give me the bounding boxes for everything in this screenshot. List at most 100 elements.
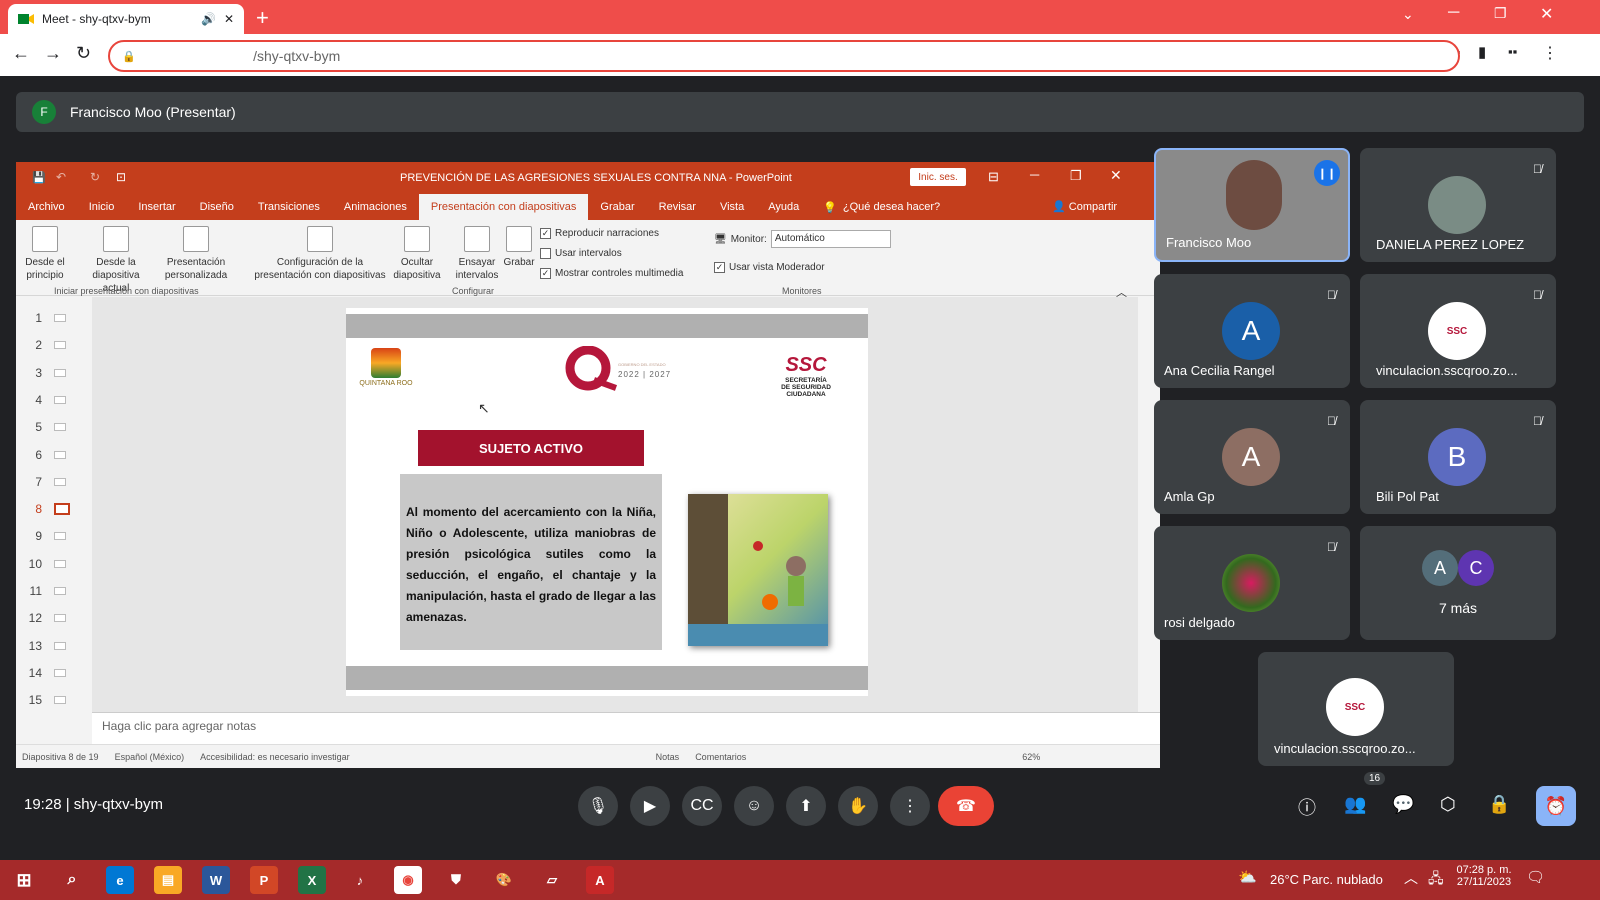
tile-daniela-perez-lopez[interactable]: 🎙̸ DANIELA PEREZ LOPEZ — [1360, 148, 1556, 262]
tile-rosi-delgado[interactable]: 🎙̸ rosi delgado — [1154, 526, 1350, 640]
tell-me-search[interactable]: 💡 ¿Qué desea hacer? — [811, 194, 952, 220]
monitor-select[interactable]: Automático — [770, 230, 891, 248]
chk-media[interactable]: ✓ Mostrar controles multimedia — [540, 268, 683, 279]
notes-app-icon[interactable]: ▱ — [538, 866, 566, 894]
slide-thumbnail[interactable]: 2 — [20, 338, 80, 352]
notifications-icon[interactable]: 🗨 — [1526, 868, 1545, 886]
tab-ayuda[interactable]: Ayuda — [756, 194, 811, 220]
tile-vinculacion-2[interactable]: SSC vinculacion.sscqroo.zo... — [1258, 652, 1454, 766]
url-bar[interactable]: 🔒 meet.google.com/shy-qtxv-bym ⇪ ☆ — [108, 40, 1460, 72]
zoom-level[interactable]: 62% — [1022, 752, 1040, 762]
notes-pane[interactable]: Haga clic para agregar notas — [92, 712, 1160, 744]
tab-grabar[interactable]: Grabar — [588, 194, 646, 220]
slide-thumbnail[interactable]: 9 — [20, 529, 80, 543]
hide-slide-button[interactable]: Ocultar diapositiva — [392, 226, 442, 282]
network-icon[interactable]: 🖧 — [1428, 868, 1444, 892]
host-controls-icon[interactable]: 🔒 — [1488, 794, 1510, 815]
leave-call-button[interactable]: ☎ — [938, 786, 994, 826]
clock[interactable]: 07:28 p. m. 27/11/2023 — [1452, 864, 1516, 888]
browser-tab[interactable]: Meet - shy-qtxv-bym 🔊 ✕ — [8, 4, 244, 34]
back-icon[interactable]: ← — [12, 43, 30, 64]
reload-icon[interactable]: ↻ — [76, 43, 91, 64]
slide-thumbnail[interactable]: 10 — [20, 557, 80, 571]
tab-inicio[interactable]: Inicio — [77, 194, 127, 220]
slide-thumbnail[interactable]: 8 — [20, 502, 80, 516]
from-start-button[interactable]: Desde el principio — [20, 226, 70, 282]
tray-chevron-icon[interactable]: ︿ — [1404, 868, 1418, 888]
more-options-button[interactable]: ⋮ — [890, 786, 930, 826]
slide-thumbnail[interactable]: 4 — [20, 393, 80, 407]
ppt-restore-icon[interactable]: ❐ — [1070, 168, 1082, 184]
share-icon[interactable]: ⇪ — [1406, 48, 1418, 65]
chrome-icon[interactable]: ◉ — [394, 866, 422, 894]
tile-bili-pol-pat[interactable]: B 🎙̸ Bili Pol Pat — [1360, 400, 1556, 514]
close-window-icon[interactable]: ✕ — [1540, 4, 1553, 24]
slide-thumbnail[interactable]: 11 — [20, 584, 80, 598]
language-status[interactable]: Español (México) — [115, 752, 185, 762]
side-panel-icon[interactable]: ▮ — [1478, 43, 1486, 61]
close-tab-icon[interactable]: ✕ — [224, 12, 234, 26]
slide-thumbnail[interactable]: 13 — [20, 639, 80, 653]
notes-button[interactable]: Notas — [656, 752, 680, 762]
rehearse-button[interactable]: Ensayar intervalos — [452, 226, 502, 282]
chk-timings[interactable]: Usar intervalos — [540, 248, 622, 259]
tile-amla-gp[interactable]: A 🎙̸ Amla Gp — [1154, 400, 1350, 514]
chat-icon[interactable]: 💬 — [1392, 794, 1414, 815]
from-current-button[interactable]: Desde la diapositiva actual — [78, 226, 154, 295]
tab-archivo[interactable]: Archivo — [16, 194, 77, 220]
people-icon[interactable]: 👥 — [1344, 794, 1366, 815]
ribbon-display-icon[interactable]: ⊟ — [988, 169, 999, 185]
new-tab-icon[interactable]: + — [256, 5, 269, 31]
present-button[interactable]: ⬆ — [786, 786, 826, 826]
edge-icon[interactable]: e — [106, 866, 134, 894]
tab-transiciones[interactable]: Transiciones — [246, 194, 332, 220]
tile-more-participants[interactable]: A C 7 más — [1360, 526, 1556, 640]
from-start-qat-icon[interactable]: ⊡ — [116, 170, 126, 184]
slide-thumbnail[interactable]: 3 — [20, 366, 80, 380]
tab-insertar[interactable]: Insertar — [126, 194, 187, 220]
excel-icon[interactable]: X — [298, 866, 326, 894]
restore-icon[interactable]: ❐ — [1494, 5, 1507, 22]
raise-hand-button[interactable]: ✋ — [838, 786, 878, 826]
chk-presenter-view[interactable]: ✓ Usar vista Moderador — [714, 262, 825, 273]
record-button[interactable]: Grabar — [502, 226, 536, 269]
weather-text[interactable]: 26°C Parc. nublado — [1270, 872, 1383, 887]
ppt-minimize-icon[interactable]: ─ — [1030, 167, 1039, 182]
setup-button[interactable]: Configuración de la presentación con dia… — [250, 226, 390, 282]
tab-vista[interactable]: Vista — [708, 194, 756, 220]
signin-button[interactable]: Inic. ses. — [910, 168, 966, 186]
slide-thumbnail[interactable]: 15 — [20, 693, 80, 707]
profile-icon[interactable]: ▪▪ — [1508, 44, 1517, 59]
redo-icon[interactable]: ↻ — [90, 170, 100, 184]
bookmark-star-icon[interactable]: ☆ — [1433, 47, 1446, 64]
chk-narrations[interactable]: ✓ Reproducir narraciones — [540, 228, 659, 239]
timer-icon[interactable]: ⏰ — [1536, 786, 1576, 826]
paint-icon[interactable]: 🎨 — [490, 866, 518, 894]
activities-icon[interactable]: ⬡ — [1440, 794, 1456, 815]
comments-button[interactable]: Comentarios — [695, 752, 746, 762]
forward-icon[interactable]: → — [44, 43, 62, 64]
file-explorer-icon[interactable]: ▤ — [154, 866, 182, 894]
mic-button[interactable]: 🎙 — [578, 786, 618, 826]
accessibility-status[interactable]: Accesibilidad: es necesario investigar — [200, 752, 350, 762]
save-icon[interactable]: 💾 — [32, 171, 46, 184]
pdf-icon[interactable]: A — [586, 866, 614, 894]
tab-animaciones[interactable]: Animaciones — [332, 194, 419, 220]
tile-ana-cecilia-rangel[interactable]: A 🎙̸ Ana Cecilia Rangel — [1154, 274, 1350, 388]
custom-show-button[interactable]: Presentación personalizada — [158, 226, 234, 282]
camera-button[interactable]: ▶ — [630, 786, 670, 826]
tab-diseno[interactable]: Diseño — [188, 194, 246, 220]
tile-francisco-moo[interactable]: ❙❙ Francisco Moo — [1154, 148, 1350, 262]
slide-thumbnail[interactable]: 5 — [20, 420, 80, 434]
app-icon[interactable]: ♪ — [346, 866, 374, 894]
powerpoint-icon[interactable]: P — [250, 866, 278, 894]
undo-icon[interactable]: ↶ — [56, 170, 66, 184]
captions-button[interactable]: CC — [682, 786, 722, 826]
slide-thumbnail[interactable]: 7 — [20, 475, 80, 489]
security-icon[interactable]: ⛊ — [442, 866, 470, 894]
tab-presentacion[interactable]: Presentación con diapositivas — [418, 194, 589, 220]
tab-search-icon[interactable]: ⌄ — [1402, 6, 1414, 23]
minimize-icon[interactable]: ─ — [1448, 4, 1459, 22]
slide-thumbnail[interactable]: 6 — [20, 448, 80, 462]
tile-vinculacion-1[interactable]: SSC 🎙̸ vinculacion.sscqroo.zo... — [1360, 274, 1556, 388]
